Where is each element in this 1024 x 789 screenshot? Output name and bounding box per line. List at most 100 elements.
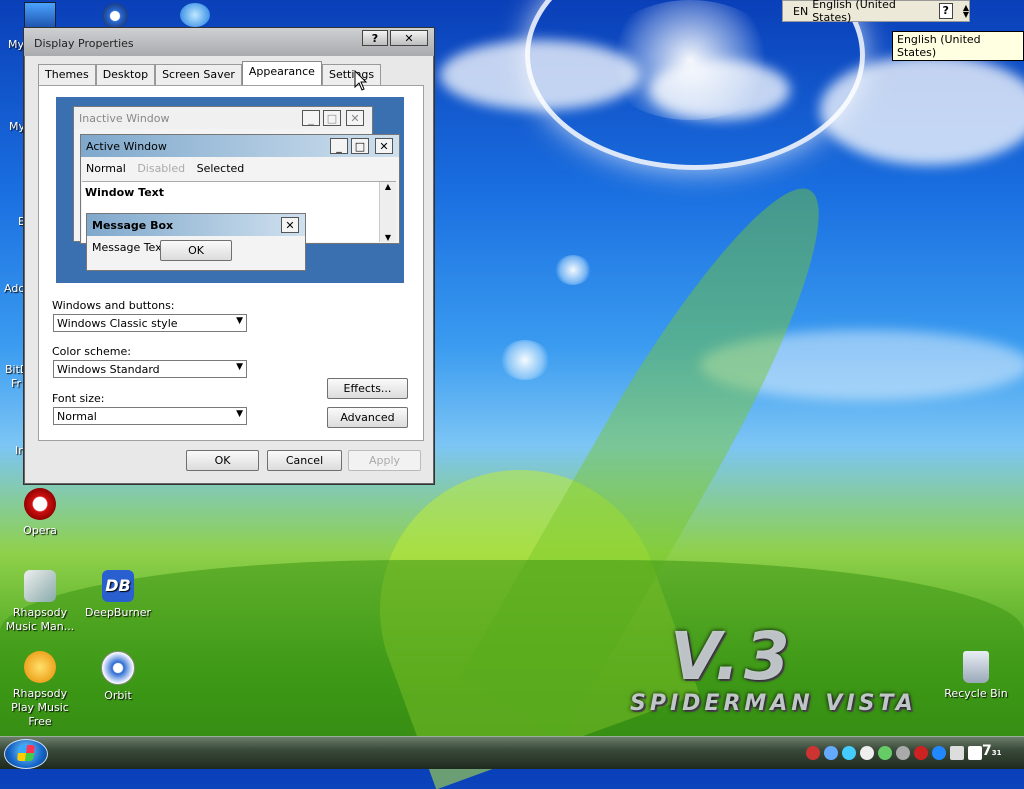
brand-version: V.3: [670, 618, 794, 695]
preview-scrollbar: ▲ ▼: [379, 182, 396, 242]
start-button[interactable]: [4, 739, 48, 769]
title-bar[interactable]: Display Properties ? ✕: [24, 28, 434, 56]
language-tooltip: English (United States): [892, 31, 1024, 61]
opera-tray-icon[interactable]: [914, 746, 928, 760]
close-icon: ✕: [281, 217, 299, 233]
close-button[interactable]: ✕: [390, 30, 428, 46]
tab-settings[interactable]: Settings: [321, 64, 382, 85]
font-size-select[interactable]: Normal ▼: [53, 407, 247, 425]
desktop-icon-rhapsody-play[interactable]: Rhapsody Play Music Free: [0, 651, 80, 729]
desktop-icon-label: Rhapsody Play Music Free: [11, 687, 69, 728]
desktop-label-partial: Fr: [11, 377, 22, 390]
language-code[interactable]: EN: [783, 5, 812, 18]
deepburner-icon: DB: [102, 570, 134, 602]
help-icon[interactable]: ?: [938, 3, 953, 19]
rhapsody-play-icon: [24, 651, 56, 683]
app-tray-icon[interactable]: [950, 746, 964, 760]
minimize-icon: _: [330, 138, 348, 154]
preview-menu: Normal Disabled Selected: [86, 162, 244, 175]
desktop-icon-rhapsody-music[interactable]: Rhapsody Music Man...: [0, 570, 80, 634]
desktop-icon-opera[interactable]: Opera: [0, 488, 80, 538]
preview-menu-disabled: Disabled: [137, 162, 186, 175]
desktop-icon-deepburner[interactable]: DB DeepBurner: [78, 570, 158, 620]
close-icon: ✕: [375, 138, 393, 154]
desktop-label-partial: My: [8, 38, 25, 51]
preview-ok-button: OK: [160, 240, 232, 261]
windows-buttons-select[interactable]: Windows Classic style ▼: [53, 314, 247, 332]
appearance-panel: Inactive Window _ □ ✕ Active Window _ □ …: [38, 85, 424, 441]
apply-button[interactable]: Apply: [348, 450, 421, 471]
download-tray-icon[interactable]: [932, 746, 946, 760]
desktop-icon-label: Recycle Bin: [944, 687, 1008, 700]
scroll-up-icon: ▲: [384, 182, 392, 191]
music-note-icon[interactable]: [180, 3, 210, 27]
desktop-label-partial: Ado: [4, 282, 26, 295]
preview-message-box: Message Box ✕ Message Text OK: [86, 213, 306, 271]
wallpaper-orb: [555, 255, 591, 285]
advanced-button[interactable]: Advanced: [327, 407, 408, 428]
wallpaper-cloud: [820, 55, 1024, 165]
volume-tray-icon[interactable]: [896, 746, 910, 760]
desktop-icon-label: Orbit: [104, 689, 132, 702]
tool-tray-icon[interactable]: [860, 746, 874, 760]
color-scheme-select[interactable]: Windows Standard ▼: [53, 360, 247, 378]
gear-icon[interactable]: [102, 3, 128, 29]
preview-inactive-titlebar: Inactive Window _ □ ✕: [74, 107, 372, 129]
update-tray-icon[interactable]: [878, 746, 892, 760]
display-properties-window: Display Properties ? ✕ Themes Desktop Sc…: [23, 27, 435, 485]
preview-menu-selected: Selected: [196, 162, 245, 175]
preview-active-titlebar: Active Window _ □ ✕: [81, 135, 399, 157]
chevron-down-icon: ▼: [236, 316, 243, 326]
scroll-down-icon: ▼: [384, 233, 392, 242]
cancel-button[interactable]: Cancel: [267, 450, 342, 471]
preview-menu-normal: Normal: [86, 162, 126, 175]
taskbar-clock[interactable]: 731: [982, 743, 1002, 759]
monitor-tray-icon[interactable]: [968, 746, 982, 760]
language-bar-options-icon[interactable]: ▲ ▼: [963, 4, 969, 19]
clock-minutes: 31: [991, 749, 1002, 757]
chevron-down-icon: ▼: [236, 362, 243, 372]
tab-appearance[interactable]: Appearance: [241, 61, 322, 85]
desktop-icon-recycle-bin[interactable]: Recycle Bin: [936, 651, 1016, 701]
windows-buttons-value: Windows Classic style: [57, 317, 178, 330]
tab-desktop[interactable]: Desktop: [95, 64, 156, 85]
desktop-label-partial: Ir: [15, 444, 23, 457]
maximize-icon: □: [323, 110, 341, 126]
brand-name: SPIDERMAN VISTA: [630, 691, 917, 716]
network-icon[interactable]: [842, 746, 856, 760]
orbit-download-icon: [101, 651, 135, 685]
close-icon: ✕: [346, 110, 364, 126]
window-title: Display Properties: [34, 37, 134, 50]
mouse-cursor-icon: [354, 70, 368, 91]
minimize-icon: _: [302, 110, 320, 126]
tab-screen-saver[interactable]: Screen Saver: [155, 64, 242, 85]
windows-logo-icon: [16, 745, 36, 761]
wallpaper-cloud: [650, 60, 790, 120]
desktop-icon-label: DeepBurner: [84, 606, 152, 619]
preview-active-title: Active Window: [86, 140, 167, 153]
tab-themes[interactable]: Themes: [38, 64, 96, 85]
wallpaper-cloud: [440, 40, 640, 110]
desktop-icon-orbit[interactable]: Orbit: [78, 651, 158, 703]
effects-button[interactable]: Effects...: [327, 378, 408, 399]
help-button[interactable]: ?: [362, 30, 388, 46]
preview-message-titlebar: Message Box ✕: [87, 214, 305, 236]
language-bar[interactable]: EN English (United States) ? ▲ ▼: [782, 0, 970, 24]
language-name[interactable]: English (United States): [812, 0, 922, 24]
color-scheme-value: Windows Standard: [57, 363, 160, 376]
preview-window-text: Window Text: [85, 186, 165, 199]
font-size-label: Font size:: [52, 392, 105, 405]
tab-strip: Themes Desktop Screen Saver Appearance S…: [38, 61, 382, 85]
color-scheme-label: Color scheme:: [52, 345, 131, 358]
wallpaper-orb: [500, 340, 550, 380]
windows-buttons-label: Windows and buttons:: [52, 299, 175, 312]
desktop-icon-label: Opera: [23, 524, 57, 537]
computer-icon[interactable]: [24, 2, 56, 30]
gear-tray-icon[interactable]: [824, 746, 838, 760]
preview-message-title: Message Box: [92, 219, 174, 232]
ok-button[interactable]: OK: [186, 450, 259, 471]
rhapsody-icon: [24, 570, 56, 602]
chevron-down-icon: ▼: [236, 409, 243, 419]
preview-message-text: Message Text: [92, 241, 166, 254]
security-shield-icon[interactable]: [806, 746, 820, 760]
